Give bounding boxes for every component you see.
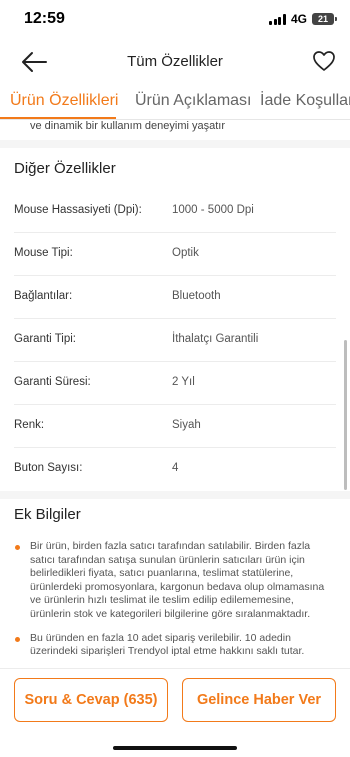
tab-return-conditions[interactable]: İade Koşulları: [260, 92, 350, 110]
tab-product-features[interactable]: Ürün Özellikleri: [10, 92, 118, 110]
spec-value: Bluetooth: [172, 290, 221, 302]
battery-level: 21: [317, 14, 328, 24]
spec-row: Garanti Süresi: 2 Yıl: [0, 362, 350, 405]
spec-label: Buton Sayısı:: [14, 462, 83, 474]
tab-product-description[interactable]: Ürün Açıklaması: [135, 92, 251, 110]
status-time: 12:59: [24, 10, 65, 27]
spec-label: Mouse Hassasiyeti (Dpi):: [14, 204, 142, 216]
home-indicator[interactable]: [113, 746, 237, 750]
spec-value: 4: [172, 462, 179, 474]
list-item: Bu üründen en fazla 10 adet sipariş veri…: [0, 632, 350, 659]
battery-icon: 21: [312, 13, 337, 25]
spec-label: Bağlantılar:: [14, 290, 73, 302]
spec-label: Garanti Süresi:: [14, 376, 91, 388]
extra-info-title: Ek Bilgiler: [14, 506, 81, 523]
status-bar: 12:59 4G 21: [0, 0, 350, 40]
spec-row: Garanti Tipi: İthalatçı Garantili: [0, 319, 350, 362]
spec-label: Mouse Tipi:: [14, 247, 73, 259]
spec-row: Mouse Tipi: Optik: [0, 233, 350, 276]
other-features-title: Diğer Özellikler: [14, 160, 116, 177]
spec-row: Renk: Siyah: [0, 405, 350, 448]
description-tail-text: ve dinamik bir kullanım deneyimi yaşatır: [30, 120, 226, 132]
section-divider: [0, 491, 350, 499]
nav-header: Tüm Özellikler: [0, 44, 350, 80]
spec-row: Bağlantılar: Bluetooth: [0, 276, 350, 319]
signal-icon: [269, 13, 286, 25]
scrollbar[interactable]: [344, 340, 347, 490]
section-divider: [0, 140, 350, 148]
notify-when-available-button[interactable]: Gelince Haber Ver: [182, 678, 336, 722]
tab-bar: Ürün Özellikleri Ürün Açıklaması İade Ko…: [0, 84, 350, 120]
spec-value: 1000 - 5000 Dpi: [172, 204, 254, 216]
spec-value: Optik: [172, 247, 199, 259]
bottom-action-bar: Soru & Cevap (635) Gelince Haber Ver: [0, 668, 350, 757]
spec-value: İthalatçı Garantili: [172, 333, 259, 345]
active-tab-indicator: [0, 117, 116, 119]
extra-info-list: Bir ürün, birden fazla satıcı tarafından…: [0, 540, 350, 668]
spec-value: Siyah: [172, 419, 201, 431]
spec-row: Buton Sayısı: 4: [0, 448, 350, 491]
spec-row: Mouse Hassasiyeti (Dpi): 1000 - 5000 Dpi: [0, 190, 350, 233]
spec-label: Renk:: [14, 419, 45, 431]
spec-table: Mouse Hassasiyeti (Dpi): 1000 - 5000 Dpi…: [0, 190, 350, 491]
spec-label: Garanti Tipi:: [14, 333, 76, 345]
page-title: Tüm Özellikler: [127, 53, 223, 70]
network-type: 4G: [290, 12, 307, 26]
list-item: Bir ürün, birden fazla satıcı tarafından…: [0, 540, 350, 622]
questions-answers-button[interactable]: Soru & Cevap (635): [14, 678, 168, 722]
status-indicators: 4G 21: [269, 12, 337, 26]
favorite-heart-icon[interactable]: [312, 50, 336, 72]
spec-value: 2 Yıl: [172, 376, 195, 388]
